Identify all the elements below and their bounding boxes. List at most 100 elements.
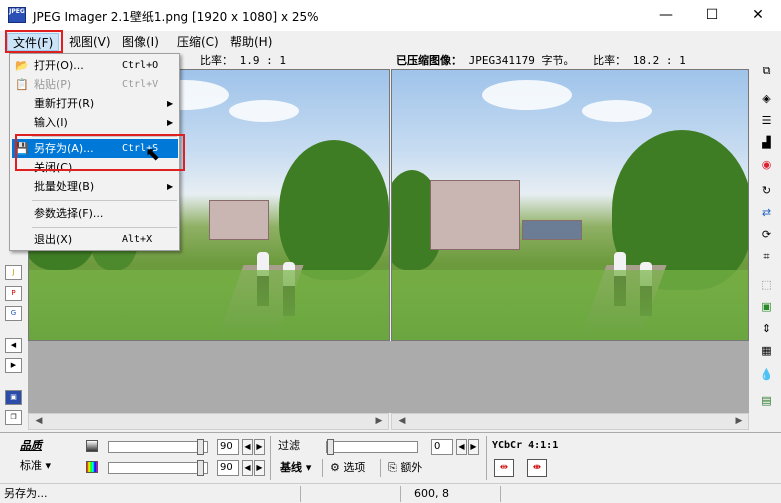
left-ratio-label: 比率： xyxy=(200,54,233,67)
back-icon[interactable]: ◀ xyxy=(5,338,22,353)
copy-windows-icon[interactable]: ⧉ xyxy=(758,63,775,79)
status-divider xyxy=(500,486,501,502)
compressed-image-label: 已压缩图像： xyxy=(396,54,462,67)
drop-icon[interactable]: 💧 xyxy=(758,367,775,383)
ycbcr-label: YCbCr 4:1:1 xyxy=(492,440,559,451)
color-wheel-icon[interactable]: ◉ xyxy=(758,157,775,173)
menu-item-reopen[interactable]: 重新打开(R) ▶ xyxy=(12,94,178,113)
scroll-right-arrow-icon[interactable]: ▶ xyxy=(731,414,747,429)
quality-label: 品质 xyxy=(20,439,42,452)
slider-knob[interactable] xyxy=(327,439,334,455)
divider xyxy=(270,436,271,480)
submenu-arrow-icon: ▶ xyxy=(167,182,174,191)
status-message: 另存为... xyxy=(4,487,48,500)
scroll-right-arrow-icon[interactable]: ▶ xyxy=(371,414,387,429)
open-folder-icon: 📂 xyxy=(15,59,29,72)
baseline-label: 基线 xyxy=(280,461,302,474)
filter-label: 过滤 xyxy=(278,439,300,452)
psd-icon[interactable]: P xyxy=(5,286,22,301)
menu-item-exit[interactable]: 退出(X) Alt+X xyxy=(12,230,178,249)
right-hscrollbar[interactable]: ◀ ▶ xyxy=(391,413,749,430)
divider xyxy=(486,436,487,480)
slider-knob[interactable] xyxy=(197,439,204,455)
list-icon[interactable]: ☰ xyxy=(758,113,775,129)
right-toolbar: ⧉ ◈ ☰ ▟ ◉ ↻ ⇄ ⟳ ⌗ ⬚ ▣ ⇕ ▦ 💧 ▤ xyxy=(751,53,781,433)
extra-button[interactable]: ⎘ 额外 xyxy=(388,460,422,476)
jpeg-icon[interactable]: J xyxy=(5,265,22,280)
menu-item-batch[interactable]: 批量处理(B) ▶ xyxy=(12,177,178,196)
quality-slider-1[interactable] xyxy=(108,439,208,455)
chevron-down-icon: ▾ xyxy=(45,459,52,472)
maximize-button[interactable]: ☐ xyxy=(689,0,735,31)
filter-value[interactable]: 0 xyxy=(431,439,453,455)
crop-icon[interactable]: ⌗ xyxy=(758,249,775,265)
gif-icon[interactable]: G xyxy=(5,306,22,321)
extra-icon: ⎘ xyxy=(388,461,397,474)
status-divider xyxy=(300,486,301,502)
options-button[interactable]: ⚙ 选项 xyxy=(330,460,365,476)
spin-up-button[interactable]: ▶ xyxy=(254,460,265,476)
minimize-button[interactable]: — xyxy=(643,0,689,31)
subsample-vertical-icon[interactable]: ⇼ xyxy=(527,459,547,477)
rotate-icon[interactable]: ↻ xyxy=(758,183,775,199)
split-icon[interactable]: ◈ xyxy=(758,91,775,107)
copy-icon[interactable]: ❐ xyxy=(5,410,22,425)
color-icon xyxy=(86,461,98,473)
options-label: 选项 xyxy=(343,461,366,474)
quality-value-2[interactable]: 90 xyxy=(217,460,239,476)
menu-help[interactable]: 帮助(H) xyxy=(225,33,277,51)
spin-down-button[interactable]: ◀ xyxy=(456,439,467,455)
menu-item-import[interactable]: 输入(I) ▶ xyxy=(12,113,178,132)
compare-icon[interactable]: ⇄ xyxy=(758,205,775,221)
paste-icon: 📋 xyxy=(15,78,29,91)
refresh-icon[interactable]: ⟳ xyxy=(758,227,775,243)
spin-down-button[interactable]: ◀ xyxy=(242,439,253,455)
submenu-arrow-icon: ▶ xyxy=(167,118,174,127)
menu-separator xyxy=(32,200,177,201)
filter-slider[interactable] xyxy=(326,439,418,455)
baseline-dropdown[interactable]: 基线 ▾ xyxy=(280,460,311,476)
image-icon[interactable]: ▣ xyxy=(758,299,775,315)
extra-label: 额外 xyxy=(400,461,423,474)
spin-up-button[interactable]: ▶ xyxy=(468,439,479,455)
submenu-arrow-icon: ▶ xyxy=(167,99,174,108)
close-button[interactable]: ✕ xyxy=(735,0,781,31)
divider xyxy=(380,459,381,477)
selection-icon[interactable]: ⬚ xyxy=(758,277,775,293)
window-title: JPEG Imager 2.1壁纸1.png [1920 x 1080] x 2… xyxy=(33,10,319,24)
quality-slider-2[interactable] xyxy=(108,460,208,476)
quality-value-1[interactable]: 90 xyxy=(217,439,239,455)
tile-icon[interactable]: ▦ xyxy=(758,343,775,359)
histogram-icon[interactable]: ▟ xyxy=(758,135,775,151)
resize-icon[interactable]: ⇕ xyxy=(758,321,775,337)
app-logo-icon: JPEG xyxy=(8,7,26,23)
compressed-image-pane[interactable] xyxy=(391,69,749,341)
screen-icon[interactable]: ▤ xyxy=(758,393,775,409)
title-bar: JPEG JPEG Imager 2.1壁纸1.png [1920 x 1080… xyxy=(0,0,781,31)
left-ratio-value: 1.9 : 1 xyxy=(239,54,286,67)
save-disk-icon[interactable]: ▣ xyxy=(5,390,22,405)
menu-item-open[interactable]: 📂 打开(O)... Ctrl+O xyxy=(12,56,178,75)
left-hscrollbar[interactable]: ◀ ▶ xyxy=(28,413,389,430)
menu-separator xyxy=(32,227,177,228)
scroll-left-arrow-icon[interactable]: ◀ xyxy=(394,414,410,429)
right-ratio-label: 比率： xyxy=(593,54,627,67)
gear-icon: ⚙ xyxy=(330,461,340,474)
image-background-area xyxy=(28,341,749,413)
menu-item-preferences[interactable]: 参数选择(F)... xyxy=(12,204,178,223)
standard-dropdown[interactable]: 标准 ▾ xyxy=(20,458,51,474)
scroll-left-arrow-icon[interactable]: ◀ xyxy=(31,414,47,429)
menu-image[interactable]: 图像(I) xyxy=(117,33,164,51)
menu-view[interactable]: 视图(V) xyxy=(64,33,116,51)
spin-down-button[interactable]: ◀ xyxy=(242,460,253,476)
menu-item-paste[interactable]: 📋 粘贴(P) Ctrl+V xyxy=(12,75,178,94)
forward-icon[interactable]: ▶ xyxy=(5,358,22,373)
menu-compress[interactable]: 压缩(C) xyxy=(172,33,224,51)
chevron-down-icon: ▾ xyxy=(305,461,312,474)
mouse-cursor-icon: ⬉ xyxy=(145,144,161,165)
slider-knob[interactable] xyxy=(197,460,204,476)
right-ratio-value: 18.2 : 1 xyxy=(632,54,686,67)
subsample-horizontal-icon[interactable]: ⇹ xyxy=(494,459,514,477)
standard-label: 标准 xyxy=(20,459,42,472)
spin-up-button[interactable]: ▶ xyxy=(254,439,265,455)
